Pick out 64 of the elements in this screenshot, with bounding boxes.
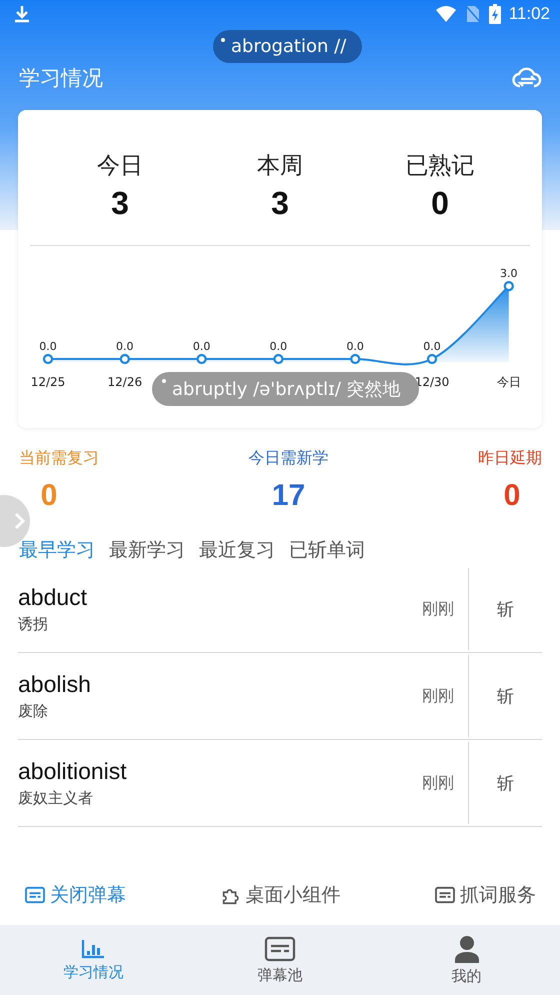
data-point: [273, 354, 284, 364]
stat-value: 0: [431, 185, 449, 222]
chevron-right-icon: [14, 512, 26, 530]
axis-label: 12/26: [108, 375, 142, 389]
action-button[interactable]: 关闭弹幕: [24, 882, 126, 908]
data-label: 0.0: [346, 340, 364, 353]
time-label: 刚刚: [422, 598, 455, 620]
list-tab[interactable]: 最新学习: [109, 537, 185, 563]
person-icon: [454, 934, 480, 962]
axis-label: 今日: [496, 375, 521, 389]
download-icon: [14, 5, 30, 23]
stat-value: 3: [111, 185, 129, 222]
stat-label: 本周: [257, 152, 303, 181]
action-button[interactable]: 桌面小组件: [220, 882, 340, 908]
action-button[interactable]: 抓词服务: [434, 882, 536, 908]
stat-label: 已熟记: [406, 152, 474, 181]
data-label: 0.0: [270, 340, 288, 353]
data-point: [42, 354, 54, 364]
time-label: 刚刚: [422, 686, 455, 706]
battery-icon: [488, 4, 501, 24]
data-label: 0.0: [39, 340, 57, 353]
page-title: 学习情况: [19, 65, 103, 92]
bar-chart-icon: [81, 938, 106, 958]
stat-label: 当前需复习: [19, 448, 99, 469]
data-point: [350, 354, 360, 364]
data-point: [120, 354, 130, 364]
list-tab[interactable]: 最早学习: [19, 537, 95, 563]
subtitle-icon: [434, 886, 456, 904]
word-text: abolish: [18, 671, 92, 698]
axis-label: 12/25: [30, 375, 66, 389]
stat-value: 0: [502, 479, 522, 513]
word-meaning: 废除: [18, 702, 49, 721]
word-text: abolitionist: [18, 758, 128, 785]
stat-value: 17: [270, 479, 306, 513]
data-label: 0.0: [116, 340, 134, 353]
stat-value: 0: [40, 479, 58, 513]
time-label: 刚刚: [422, 772, 455, 794]
subtitle-icon: [264, 936, 296, 962]
nav-tab[interactable]: 我的: [402, 925, 532, 995]
cut-button[interactable]: 斩: [468, 655, 542, 737]
list-tab[interactable]: 已斩单词: [289, 537, 365, 563]
cloud-sync-icon[interactable]: [512, 66, 542, 90]
nav-tab[interactable]: 弹幕池: [214, 925, 345, 995]
data-label: 0.0: [192, 340, 210, 353]
data-point: [504, 281, 514, 292]
subtitle-icon: [24, 886, 46, 904]
stat-label: 今日: [97, 152, 143, 181]
word-meaning: 诱拐: [18, 615, 49, 634]
wifi-icon: [434, 6, 457, 22]
data-label: 3.0: [500, 267, 518, 280]
no-sim-icon: [464, 5, 481, 23]
list-tab[interactable]: 最近复习: [199, 537, 275, 563]
word-toast: abrogation //: [213, 30, 362, 63]
stat-label: 今日需新学: [248, 448, 328, 469]
data-point: [196, 354, 207, 364]
data-point: [426, 354, 438, 364]
cut-button[interactable]: 斩: [468, 568, 542, 650]
cut-button[interactable]: 斩: [468, 742, 542, 824]
data-label: 0.0: [423, 340, 441, 353]
word-text: abduct: [18, 584, 88, 611]
clock-time: 11:02: [508, 4, 550, 24]
word-meaning: 废奴主义者: [18, 789, 94, 808]
stat-value: 3: [271, 185, 289, 222]
stat-label: 昨日延期: [478, 448, 542, 469]
